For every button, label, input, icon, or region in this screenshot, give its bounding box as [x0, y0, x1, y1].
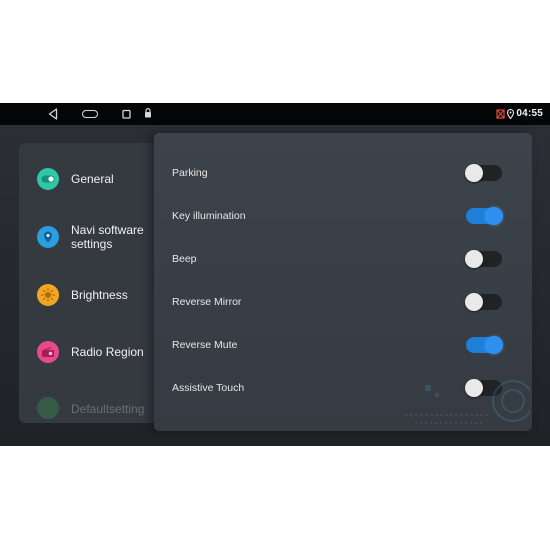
location-pin-icon	[37, 226, 59, 248]
reverse-mirror-toggle[interactable]	[465, 293, 502, 311]
toggle-knob	[465, 164, 483, 182]
radio-icon	[37, 341, 59, 363]
toggle-knob	[465, 293, 483, 311]
setting-label: Assistive Touch	[172, 382, 245, 394]
key-illumination-toggle[interactable]	[466, 207, 503, 225]
sidebar-item-label: Brightness	[71, 288, 128, 302]
toggle-icon	[37, 168, 59, 190]
sidebar-item-radio-region[interactable]: Radio Region	[19, 327, 159, 379]
status-bar: 04:55	[0, 103, 550, 125]
setting-row-reverse-mute: Reverse Mute	[154, 324, 532, 367]
sidebar-item-brightness[interactable]: Brightness	[19, 269, 159, 321]
setting-row-beep: Beep	[154, 238, 532, 281]
no-signal-icon	[496, 109, 505, 119]
toggle-knob	[485, 207, 503, 225]
sidebar-item-defaultsetting[interactable]: Defaultsetting	[19, 383, 159, 423]
watermark-graphic	[405, 380, 530, 424]
parking-toggle[interactable]	[465, 164, 502, 182]
sidebar-item-label: General	[71, 172, 114, 186]
device-screen: 04:55 General Navi software settings Bri…	[0, 103, 550, 446]
setting-row-reverse-mirror: Reverse Mirror	[154, 281, 532, 324]
setting-row-parking: Parking	[154, 152, 532, 195]
setting-label: Key illumination	[172, 210, 246, 222]
sun-icon	[37, 284, 59, 306]
setting-label: Beep	[172, 253, 197, 265]
reverse-mute-toggle[interactable]	[466, 336, 503, 354]
lock-icon	[145, 108, 151, 118]
sidebar-item-label: Defaultsetting	[71, 402, 145, 416]
sidebar-item-label: Navi software settings	[71, 223, 144, 251]
sidebar-item-general[interactable]: General	[19, 153, 159, 205]
sidebar-item-label: Radio Region	[71, 345, 144, 359]
toggle-knob	[465, 250, 483, 268]
setting-row-key-illumination: Key illumination	[154, 195, 532, 238]
home-icon[interactable]	[82, 110, 98, 118]
recent-apps-icon[interactable]	[122, 109, 131, 119]
settings-sidebar: General Navi software settings Brightnes…	[19, 143, 159, 423]
reset-icon	[37, 397, 59, 419]
back-icon[interactable]	[48, 108, 58, 120]
beep-toggle[interactable]	[465, 250, 502, 268]
setting-label: Reverse Mirror	[172, 296, 242, 308]
status-icons	[496, 108, 515, 120]
sidebar-item-navi-software-settings[interactable]: Navi software settings	[19, 211, 159, 263]
location-icon	[506, 108, 515, 120]
setting-label: Parking	[172, 167, 208, 179]
setting-label: Reverse Mute	[172, 339, 238, 351]
toggle-knob	[485, 336, 503, 354]
clock: 04:55	[516, 108, 543, 119]
